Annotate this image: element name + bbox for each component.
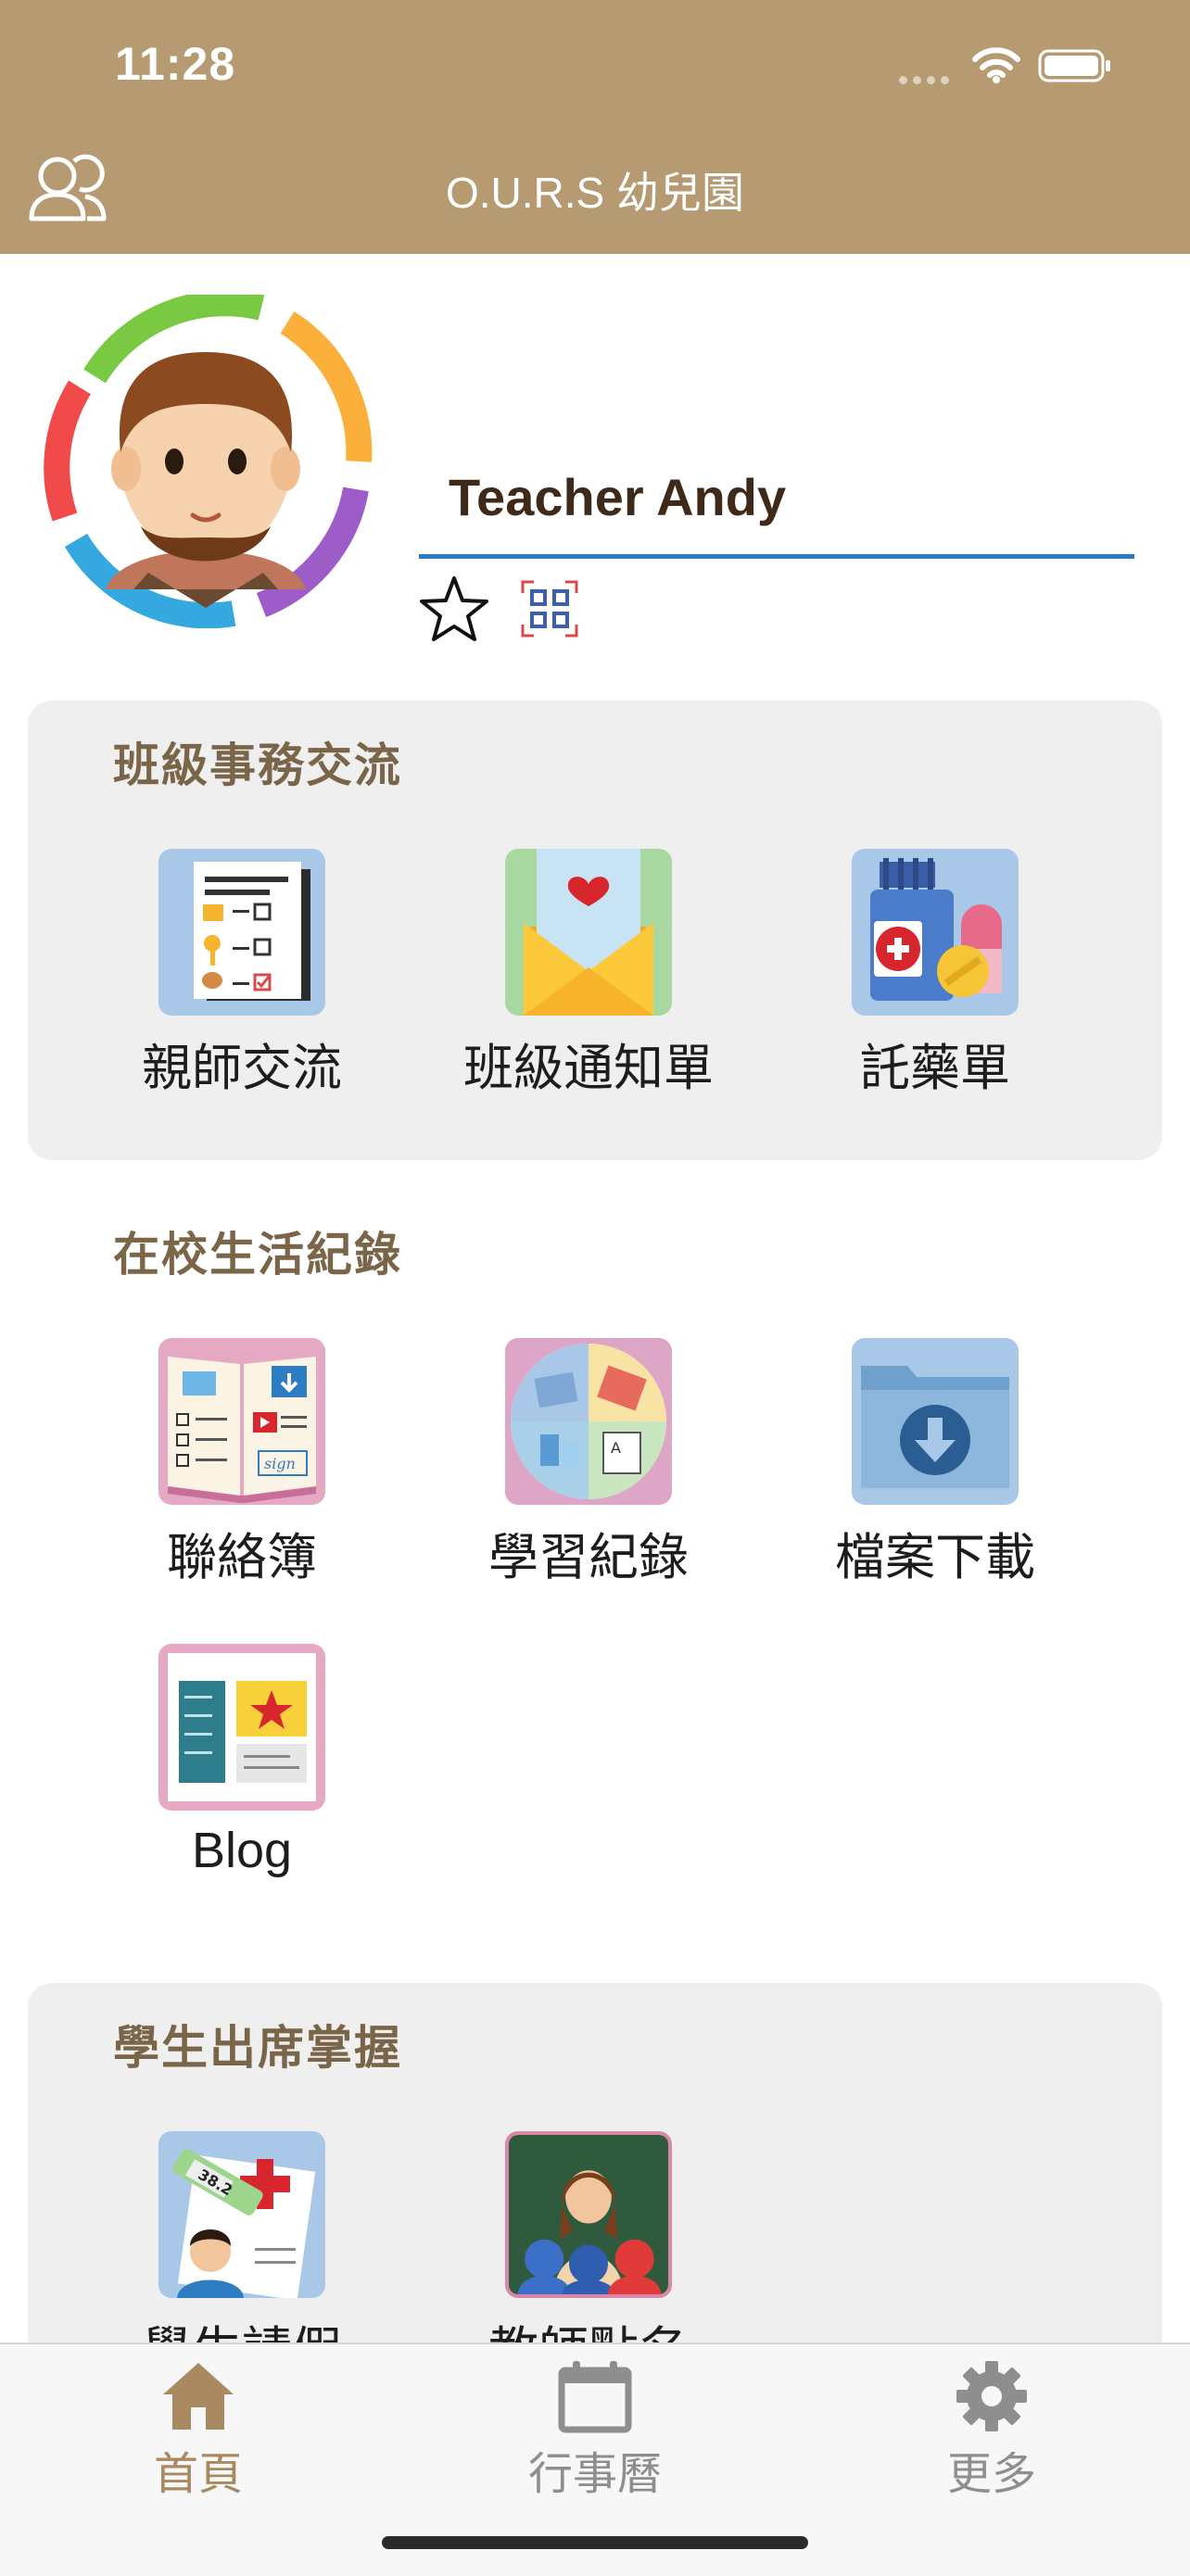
tab-calendar[interactable]: 行事曆: [397, 2359, 793, 2502]
tile-label: 親師交流: [142, 1041, 342, 1096]
home-indicator: [382, 2536, 808, 2549]
tab-label-more: 更多: [946, 2450, 1036, 2499]
tile-label: 聯絡簿: [167, 1530, 317, 1585]
status-time: 11:28: [115, 38, 236, 90]
medical-leave-icon: 38.2: [158, 2131, 325, 2298]
tile-file-download[interactable]: 檔案下載: [764, 1338, 1107, 1589]
wifi-icon: [972, 47, 1020, 83]
blog-icon: [158, 1644, 325, 1811]
svg-text:sign: sign: [264, 1455, 296, 1472]
section-title-school-life: 在校生活紀錄: [113, 1229, 402, 1281]
calendar-icon: [558, 2361, 632, 2433]
tile-learning-record[interactable]: A 學習紀錄: [417, 1338, 760, 1589]
tile-blog[interactable]: Blog: [70, 1644, 413, 1879]
checklist-icon: [158, 849, 325, 1016]
tab-more[interactable]: 更多: [793, 2359, 1190, 2502]
tile-label: 託藥單: [860, 1041, 1010, 1096]
tile-contact-book[interactable]: sign 聯絡簿: [70, 1338, 413, 1589]
open-book-icon: sign: [158, 1338, 325, 1505]
tile-label: 檔案下載: [835, 1530, 1035, 1585]
medicine-bottle-icon: [852, 849, 1019, 1016]
cellular-signal-icon: [899, 72, 955, 89]
tile-class-notice[interactable]: 班級通知單: [417, 849, 760, 1100]
tile-medication-request[interactable]: 託藥單: [764, 849, 1107, 1100]
tile-parent-teacher-communication[interactable]: 親師交流: [70, 849, 413, 1100]
tab-home[interactable]: 首頁: [0, 2359, 397, 2502]
house-icon: [163, 2363, 234, 2430]
teacher-classroom-icon: [505, 2131, 672, 2298]
gear-icon: [956, 2361, 1027, 2431]
tile-label: Blog: [191, 1823, 293, 1878]
tab-label-home: 首頁: [153, 2450, 243, 2499]
battery-icon: [1038, 49, 1110, 82]
section-title-class-affairs: 班級事務交流: [113, 739, 402, 791]
name-underline: [419, 554, 1134, 559]
teacher-avatar[interactable]: [39, 295, 373, 628]
star-icon[interactable]: [419, 575, 489, 645]
folder-download-icon: [852, 1338, 1019, 1505]
learning-collage-icon: A: [505, 1338, 672, 1505]
teacher-name: Teacher Andy: [449, 468, 787, 526]
section-title-attendance: 學生出席掌握: [113, 2022, 402, 2074]
qr-code-icon[interactable]: [519, 578, 580, 639]
tile-label: 學習紀錄: [488, 1530, 689, 1585]
svg-text:A: A: [611, 1439, 621, 1457]
tile-label: 班級通知單: [463, 1041, 714, 1096]
tab-label-calendar: 行事曆: [527, 2450, 662, 2499]
envelope-heart-icon: [505, 849, 672, 1016]
app-title: O.U.R.S 幼兒園: [445, 169, 745, 217]
